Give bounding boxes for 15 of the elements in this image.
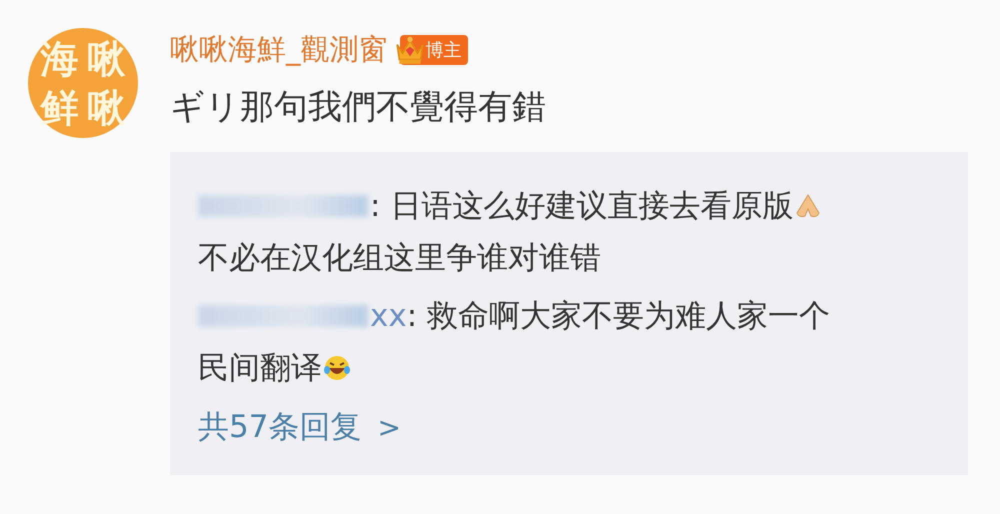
crown-icon — [394, 34, 426, 66]
avatar-character: 啾 — [88, 88, 126, 126]
reply-text: : 日语这么好建议直接去看原版 — [370, 187, 794, 226]
avatar-character: 鲜 — [40, 88, 78, 126]
reply-text: : 救命啊大家不要为难人家一个 — [406, 297, 830, 336]
reply-text: 民间翻译 — [198, 349, 322, 388]
reply-text: 不必在汉化组这里争谁对谁错 — [198, 239, 601, 278]
avatar-character: 海 — [40, 40, 78, 78]
author-name[interactable]: 啾啾海鮮_觀測窗 — [170, 30, 388, 70]
avatar-character: 啾 — [88, 40, 126, 78]
username[interactable]: xx — [370, 298, 407, 334]
laughing-face-icon — [322, 353, 352, 383]
avatar[interactable]: 海 啾 鲜 啾 — [28, 28, 138, 138]
more-replies-link[interactable]: 共57条回复 > — [198, 406, 940, 448]
comment-text: ギリ那句我們不覺得有錯 — [170, 86, 547, 129]
